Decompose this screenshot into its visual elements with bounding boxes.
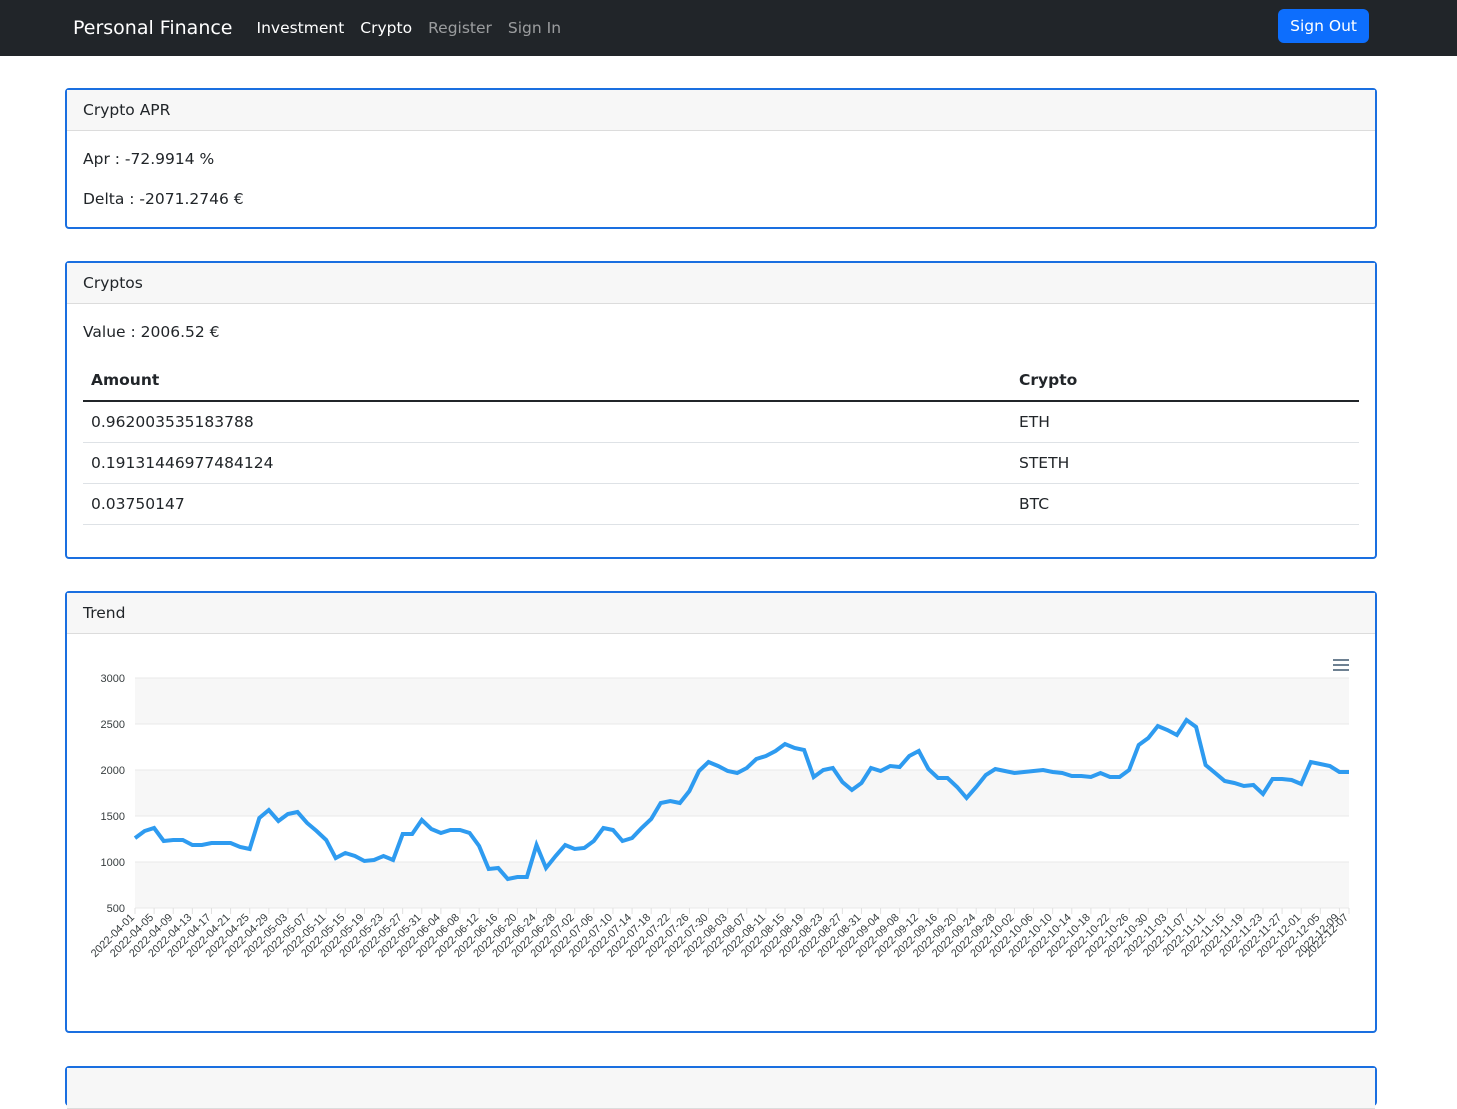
y-tick-label: 500 bbox=[107, 903, 125, 915]
nav-link-sign-in[interactable]: Sign In bbox=[508, 19, 561, 37]
grid-band bbox=[135, 862, 1349, 908]
y-tick-label: 1500 bbox=[101, 811, 125, 823]
amount-cell: 0.19131446977484124 bbox=[83, 442, 1011, 484]
grid-band bbox=[135, 678, 1349, 724]
apr-value: Apr : -72.9914 % bbox=[83, 150, 215, 168]
delta-value: Delta : -2071.2746 € bbox=[83, 190, 244, 208]
nav-link-register[interactable]: Register bbox=[428, 19, 492, 37]
table-row: 0.962003535183788 ETH bbox=[83, 401, 1359, 443]
card-header bbox=[67, 1068, 1375, 1109]
nav-link-investment[interactable]: Investment bbox=[257, 19, 345, 37]
crypto-cell: STETH bbox=[1011, 442, 1359, 484]
amount-cell: 0.962003535183788 bbox=[83, 401, 1011, 443]
table-row: 0.19131446977484124 STETH bbox=[83, 442, 1359, 484]
crypto-cell: BTC bbox=[1011, 483, 1359, 525]
crypto-apr-card: Crypto APR Apr : -72.9914 % Delta : -207… bbox=[65, 88, 1377, 229]
next-card bbox=[65, 1066, 1377, 1109]
column-header-crypto: Crypto bbox=[1011, 360, 1359, 402]
sign-out-button[interactable]: Sign Out bbox=[1278, 9, 1369, 43]
trend-chart: 500100015002000250030002022-04-012022-04… bbox=[89, 673, 1351, 960]
cryptos-card: Cryptos Value : 2006.52 € Amount Crypto … bbox=[65, 261, 1377, 559]
crypto-table: Amount Crypto 0.962003535183788 ETH 0.19… bbox=[83, 360, 1359, 525]
column-header-amount: Amount bbox=[83, 360, 1011, 402]
table-row: 0.03750147 BTC bbox=[83, 483, 1359, 525]
card-header: Cryptos bbox=[67, 263, 1375, 304]
card-header: Trend bbox=[67, 593, 1375, 634]
nav-link-crypto[interactable]: Crypto bbox=[360, 19, 412, 37]
y-tick-label: 2500 bbox=[101, 719, 125, 731]
grid-band bbox=[135, 770, 1349, 816]
brand-logo[interactable]: Personal Finance bbox=[73, 17, 233, 39]
card-header: Crypto APR bbox=[67, 90, 1375, 131]
y-tick-label: 2000 bbox=[101, 765, 125, 777]
trend-card: Trend 500 1000 1500 2000 2500 3000 2022-04-01 2… bbox=[65, 591, 1377, 1033]
navbar: Personal Finance Investment Crypto Regis… bbox=[0, 0, 1457, 56]
amount-cell: 0.03750147 bbox=[83, 483, 1011, 525]
y-tick-label: 1000 bbox=[101, 857, 125, 869]
portfolio-value: Value : 2006.52 € bbox=[83, 323, 220, 341]
y-tick-label: 3000 bbox=[101, 673, 125, 685]
crypto-cell: ETH bbox=[1011, 401, 1359, 443]
